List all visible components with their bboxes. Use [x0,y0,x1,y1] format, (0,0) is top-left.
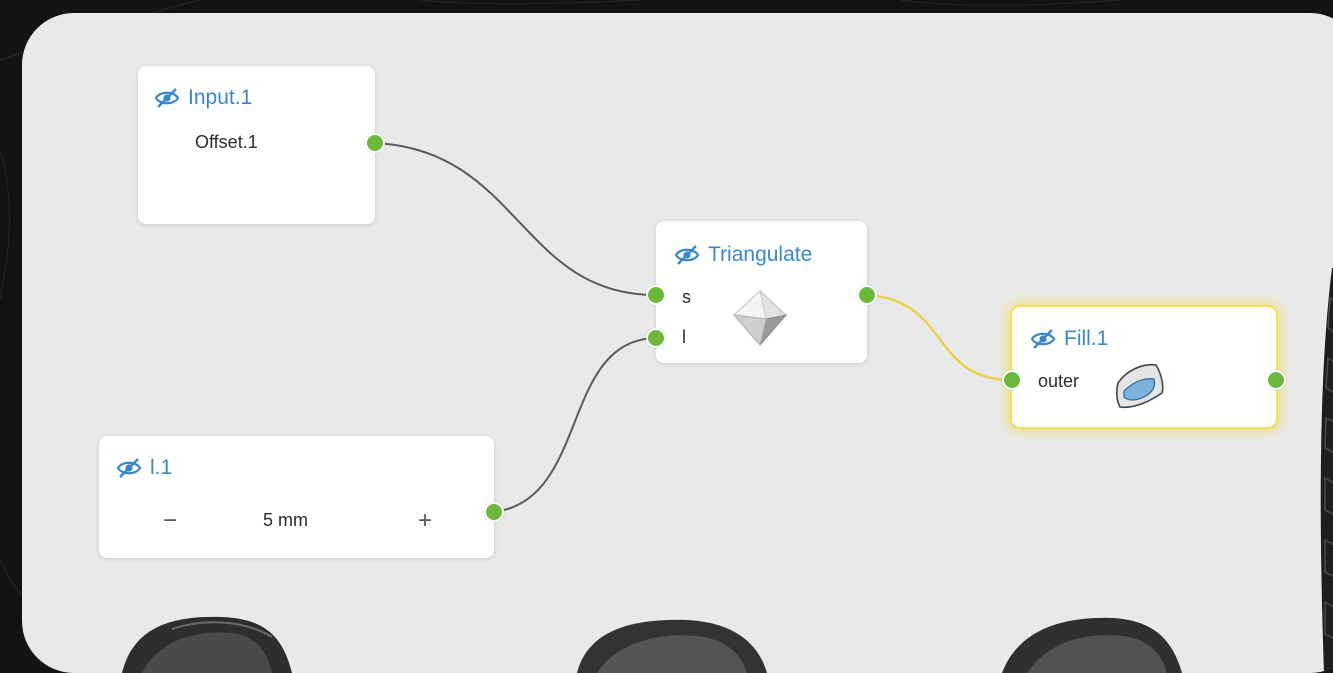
increment-button[interactable]: + [410,508,440,534]
mesh-preview-edge [1320,268,1333,673]
mesh-preview-center [577,619,767,673]
mesh-preview-left [122,616,292,673]
fill-node[interactable]: Fill.1 outer [1012,307,1276,427]
eye-off-icon[interactable] [154,87,180,109]
length-node[interactable]: l.1 − 5 mm + [99,436,494,558]
input-node[interactable]: Input.1 Offset.1 [138,66,375,224]
fill-output-port[interactable] [1266,370,1286,390]
triangulate-node-header[interactable]: Triangulate [674,243,812,267]
surface-fill-icon [1115,363,1164,409]
length-node-header[interactable]: l.1 [116,456,172,480]
input-node-title: Input.1 [188,86,253,109]
triangulate-node[interactable]: Triangulate s l [656,221,867,363]
mesh-preview-right [1002,617,1182,673]
decrement-button[interactable]: − [155,508,185,534]
triangulate-port-s-label: s [682,287,691,307]
fill-node-title: Fill.1 [1064,327,1109,350]
triangulate-input-port-l[interactable] [646,328,666,348]
triangulate-input-port-s[interactable] [646,285,666,305]
triangulate-node-title: Triangulate [708,243,813,266]
triangulate-port-l-label: l [682,327,686,347]
eye-off-icon[interactable] [674,244,700,266]
length-output-port[interactable] [484,502,504,522]
eye-off-icon[interactable] [1030,328,1056,350]
fill-port-outer-label: outer [1038,371,1080,391]
length-value[interactable]: 5 mm [263,510,308,531]
octahedron-icon [732,290,788,347]
triangulate-output-port[interactable] [857,285,877,305]
input-node-header[interactable]: Input.1 [154,86,252,110]
fill-node-header[interactable]: Fill.1 [1030,327,1108,351]
eye-off-icon[interactable] [116,457,142,479]
input-node-value: Offset.1 [195,132,258,152]
length-node-title: l.1 [150,456,173,479]
input-output-port[interactable] [365,133,385,153]
fill-input-port-outer[interactable] [1002,370,1022,390]
